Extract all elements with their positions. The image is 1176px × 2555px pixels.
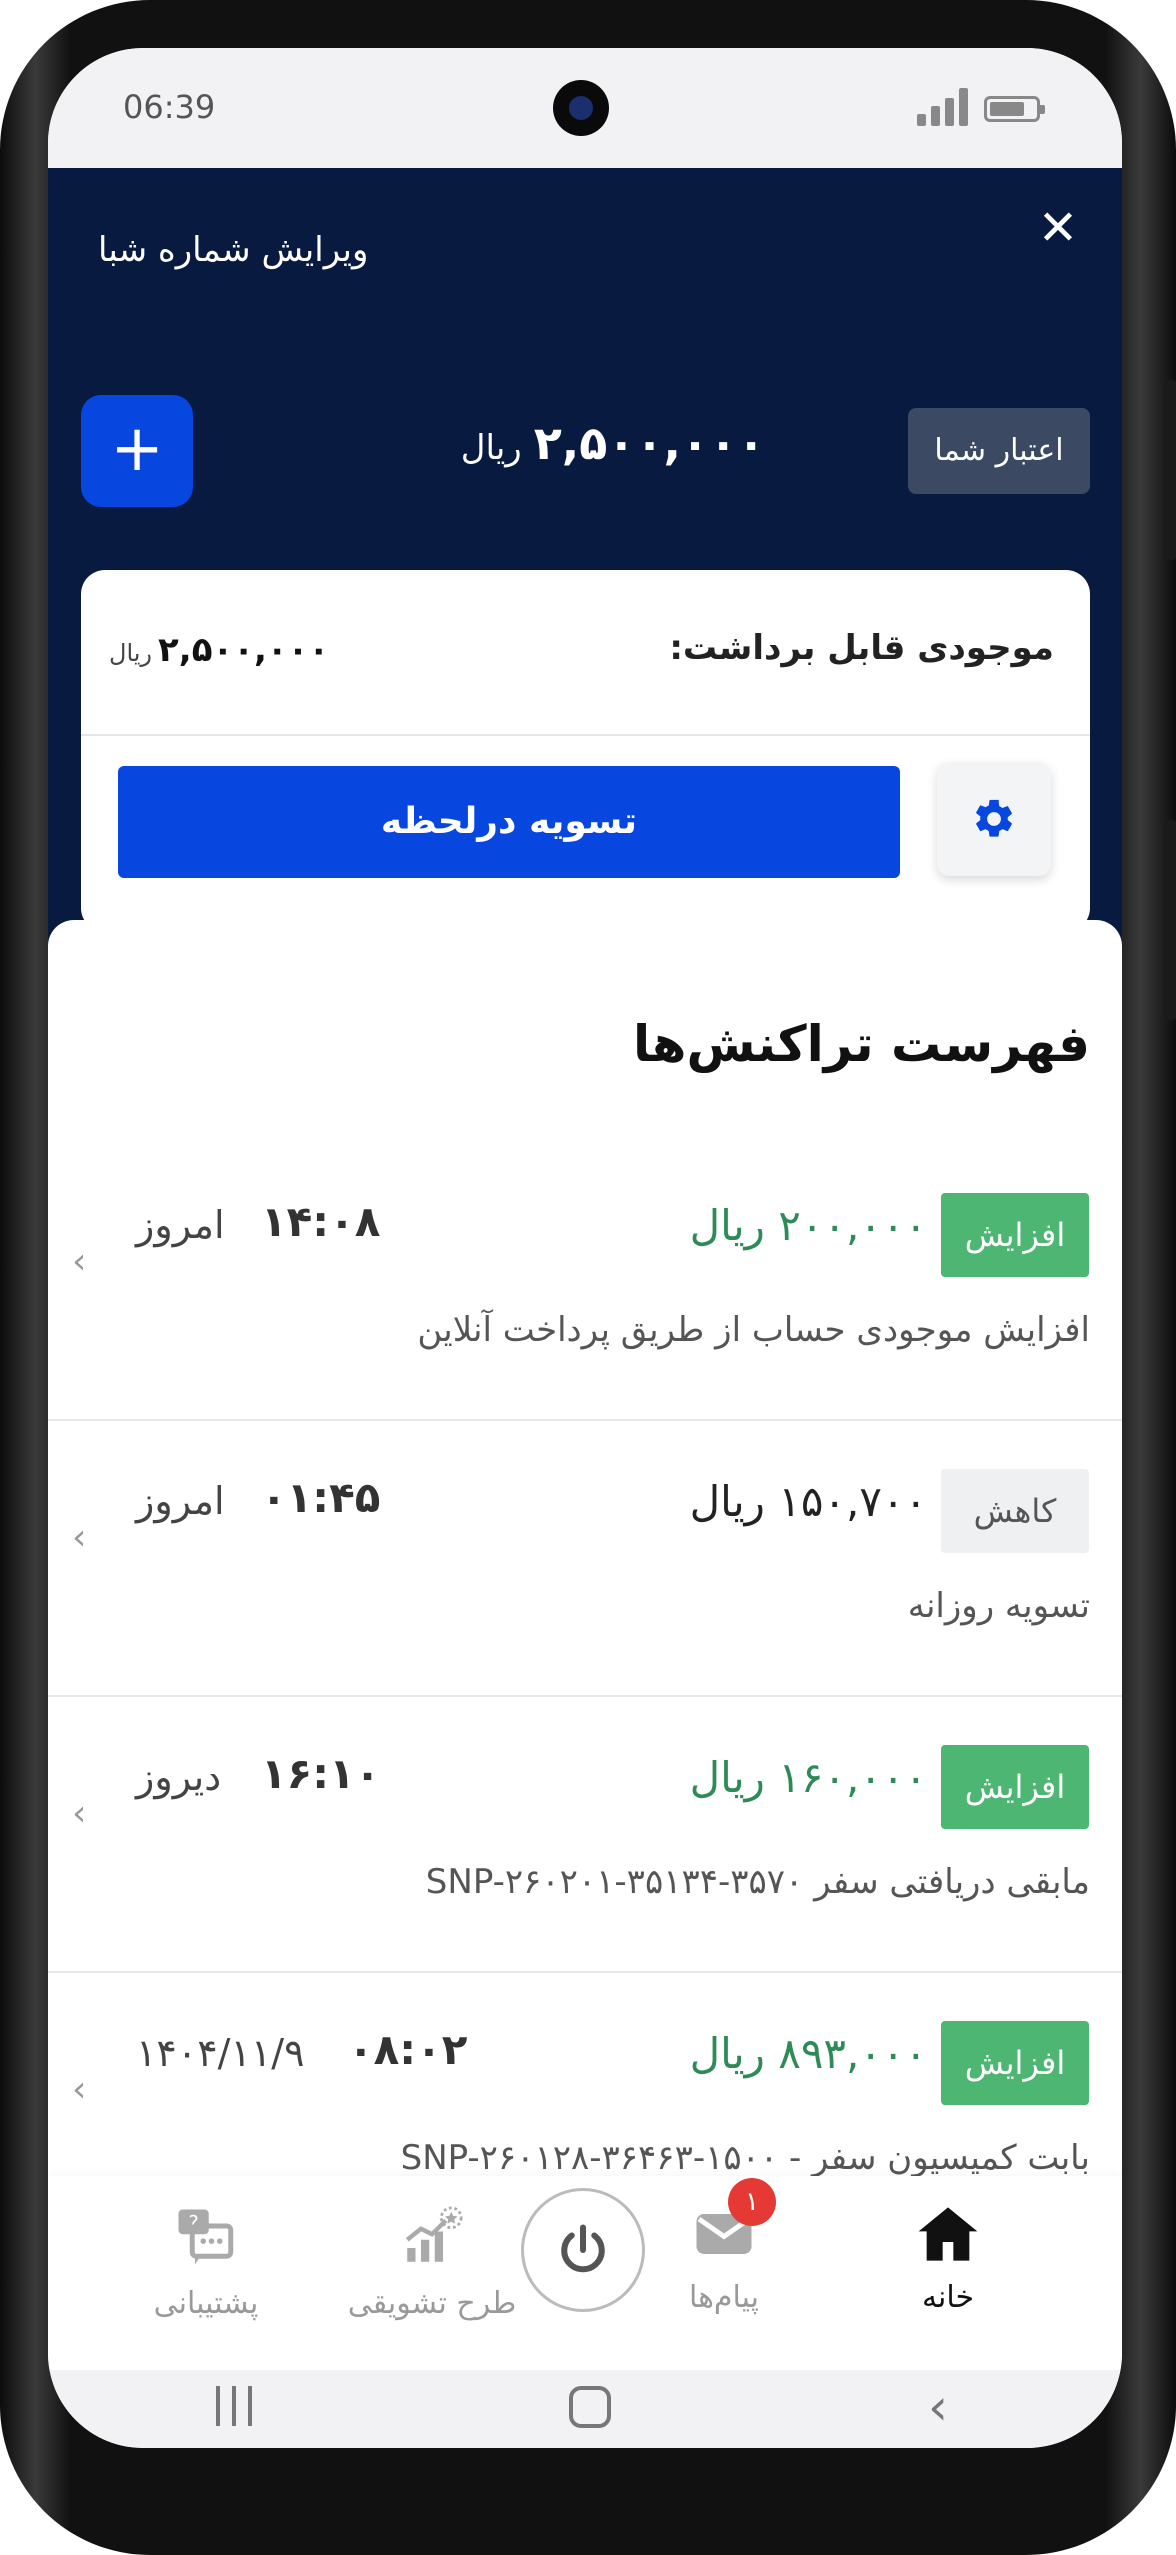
system-navigation-bar: ‹ bbox=[48, 2370, 1122, 2448]
messages-count-badge: ۱ bbox=[728, 2178, 776, 2226]
transaction-amount: ۱۶۰,۰۰۰ ریال bbox=[689, 1753, 927, 1802]
nav-messages[interactable]: ۱ پیام‌ها bbox=[614, 2178, 834, 2315]
nav-support-label: پشتیبانی bbox=[153, 2286, 259, 2321]
support-chat-icon: ? bbox=[178, 2209, 234, 2265]
gear-icon bbox=[976, 799, 1012, 837]
instant-settlement-button[interactable]: تسویه درلحظه bbox=[118, 766, 900, 878]
chevron-left-icon: ‹ bbox=[72, 2069, 87, 2110]
chevron-left-icon: ‹ bbox=[72, 1517, 87, 1558]
nav-home[interactable]: خانه bbox=[838, 2204, 1058, 2315]
transaction-type-badge: افزایش bbox=[941, 1193, 1089, 1277]
credit-currency: ریال bbox=[460, 428, 522, 468]
transaction-row[interactable]: افزایش ۱۶۰,۰۰۰ ریال ۱۶:۱۰ دیروز مابقی در… bbox=[48, 1697, 1122, 1973]
account-header: ✕ ویرایش شماره شبا + ۲,۵۰۰,۰۰۰ریال اعتبا… bbox=[48, 168, 1122, 1028]
transaction-type-badge: افزایش bbox=[941, 1745, 1089, 1829]
transaction-date: امروز bbox=[136, 1203, 225, 1247]
transaction-time: ۱۴:۰۸ bbox=[261, 1197, 381, 1246]
plus-icon: + bbox=[110, 412, 164, 486]
transactions-list: افزایش ۲۰۰,۰۰۰ ریال ۱۴:۰۸ امروز افزایش م… bbox=[48, 1145, 1122, 2249]
transactions-panel: فهرست تراکنش‌ها افزایش ۲۰۰,۰۰۰ ریال ۱۴:۰… bbox=[48, 920, 1122, 2260]
transaction-description: تسویه روزانه bbox=[907, 1586, 1090, 1626]
chart-star-icon bbox=[405, 2206, 463, 2262]
chevron-left-icon: ‹ bbox=[72, 1793, 87, 1834]
credit-amount-value: ۲,۵۰۰,۰۰۰ bbox=[533, 416, 766, 470]
withdrawable-balance-label: موجودی قابل برداشت: bbox=[669, 628, 1054, 668]
settlement-settings-button[interactable] bbox=[937, 762, 1051, 876]
bottom-nav: خانه ۱ پیام‌ها bbox=[48, 2176, 1122, 2370]
transaction-time: ۱۶:۱۰ bbox=[261, 1749, 381, 1798]
balance-card: موجودی قابل برداشت: ۲,۵۰۰,۰۰۰ریال تسویه … bbox=[81, 570, 1090, 932]
credit-amount: ۲,۵۰۰,۰۰۰ ریال bbox=[438, 416, 788, 470]
transaction-description: مابقی دریافتی سفر SNP-۲۶۰۲۰۱-۳۵۱۳۴-۳۵۷۰ bbox=[425, 1862, 1090, 1902]
withdrawable-balance-amount: ۲,۵۰۰,۰۰۰ریال bbox=[109, 630, 329, 670]
transaction-row[interactable]: کاهش ۱۵۰,۷۰۰ ریال ۰۱:۴۵ امروز تسویه روزا… bbox=[48, 1421, 1122, 1697]
screen: 06:39 ✕ ویرایش شماره شبا + ۲,۵۰۰,۰۰۰ریال… bbox=[48, 48, 1122, 2448]
transaction-amount: ۱۵۰,۷۰۰ ریال bbox=[689, 1477, 927, 1526]
nav-messages-label: پیام‌ها bbox=[688, 2280, 760, 2315]
nav-support[interactable]: ? پشتیبانی bbox=[96, 2204, 316, 2321]
nav-home-label: خانه bbox=[921, 2280, 975, 2315]
balance-value: ۲,۵۰۰,۰۰۰ bbox=[158, 630, 330, 670]
transaction-amount: ۸۹۳,۰۰۰ ریال bbox=[689, 2029, 927, 2078]
recent-apps-button[interactable] bbox=[216, 2386, 252, 2426]
volume-button bbox=[1164, 380, 1176, 560]
transactions-title: فهرست تراکنش‌ها bbox=[633, 1015, 1090, 1073]
battery-icon bbox=[984, 96, 1045, 122]
transaction-description: بابت کمیسیون سفر - SNP-۲۶۰۱۲۸-۳۶۴۶۳-۱۵۰۰ bbox=[400, 2138, 1090, 2178]
power-icon bbox=[561, 2224, 605, 2273]
transaction-time: ۰۸:۰۲ bbox=[348, 2025, 468, 2074]
transaction-row[interactable]: افزایش ۲۰۰,۰۰۰ ریال ۱۴:۰۸ امروز افزایش م… bbox=[48, 1145, 1122, 1421]
transaction-amount: ۲۰۰,۰۰۰ ریال bbox=[689, 1201, 927, 1250]
system-home-button[interactable] bbox=[569, 2386, 611, 2428]
chevron-left-icon: ‹ bbox=[72, 1241, 87, 1282]
close-icon[interactable]: ✕ bbox=[1033, 203, 1083, 253]
transaction-type-badge: کاهش bbox=[941, 1469, 1089, 1553]
transaction-date: امروز bbox=[136, 1479, 225, 1523]
signal-icon bbox=[917, 86, 968, 126]
phone-frame: 06:39 ✕ ویرایش شماره شبا + ۲,۵۰۰,۰۰۰ریال… bbox=[0, 0, 1176, 2555]
system-back-button[interactable]: ‹ bbox=[928, 2378, 948, 2436]
nav-incentive[interactable]: طرح تشویقی bbox=[322, 2204, 542, 2321]
status-time: 06:39 bbox=[123, 88, 216, 126]
credit-label: اعتبار شما bbox=[908, 408, 1090, 494]
home-icon bbox=[918, 2207, 978, 2261]
divider bbox=[81, 734, 1090, 736]
transaction-time: ۰۱:۴۵ bbox=[261, 1473, 381, 1522]
transaction-type-badge: افزایش bbox=[941, 2021, 1089, 2105]
add-credit-button[interactable]: + bbox=[81, 395, 193, 507]
camera-hole bbox=[553, 80, 609, 136]
status-bar: 06:39 bbox=[48, 48, 1122, 168]
transaction-date: ۱۴۰۴/۱۱/۹ bbox=[136, 2031, 305, 2075]
transaction-description: افزایش موجودی حساب از طریق پرداخت آنلاین bbox=[417, 1310, 1090, 1350]
power-side-button bbox=[1164, 820, 1176, 1020]
nav-incentive-label: طرح تشویقی bbox=[347, 2286, 517, 2321]
balance-currency: ریال bbox=[109, 639, 153, 667]
transaction-date: دیروز bbox=[136, 1755, 222, 1799]
edit-sheba-link[interactable]: ویرایش شماره شبا bbox=[98, 230, 448, 270]
